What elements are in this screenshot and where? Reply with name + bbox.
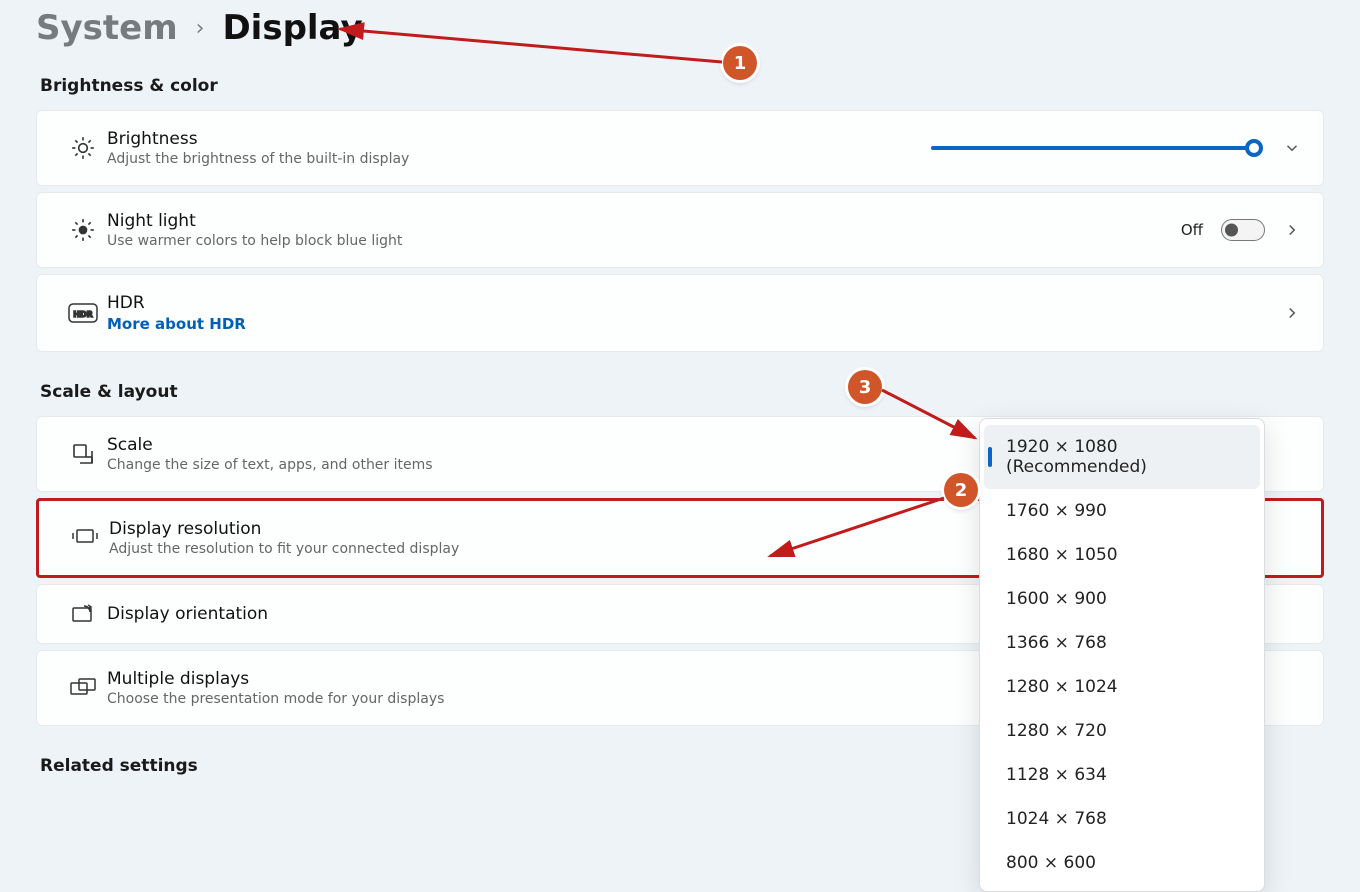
brightness-slider[interactable] — [931, 146, 1261, 150]
resolution-icon — [61, 527, 109, 549]
section-scale-layout: Scale & layout — [40, 382, 1324, 402]
brightness-title: Brightness — [107, 129, 931, 149]
resolution-option-recommended[interactable]: 1920 × 1080 (Recommended) — [984, 425, 1260, 489]
scale-icon — [59, 442, 107, 466]
resolution-option[interactable]: 1128 × 634 — [984, 753, 1260, 797]
night-light-state-label: Off — [1181, 221, 1203, 239]
night-light-row[interactable]: Night light Use warmer colors to help bl… — [36, 192, 1324, 268]
chevron-right-icon[interactable] — [1283, 304, 1301, 322]
multiple-displays-icon — [59, 677, 107, 699]
resolution-option[interactable]: 1680 × 1050 — [984, 533, 1260, 577]
orientation-icon — [59, 603, 107, 625]
brightness-slider-thumb[interactable] — [1245, 139, 1263, 157]
hdr-icon: HDR — [59, 303, 107, 323]
annotation-badge-3: 3 — [848, 370, 882, 404]
resolution-option[interactable]: 1280 × 1024 — [984, 665, 1260, 709]
brightness-sub: Adjust the brightness of the built-in di… — [107, 151, 931, 167]
resolution-option[interactable]: 1760 × 990 — [984, 489, 1260, 533]
chevron-right-icon: › — [196, 16, 205, 41]
annotation-badge-2: 2 — [944, 473, 978, 507]
resolution-option[interactable]: 1280 × 720 — [984, 709, 1260, 753]
chevron-down-icon[interactable] — [1283, 139, 1301, 157]
breadcrumb: System › Display — [36, 8, 1324, 48]
night-light-toggle[interactable] — [1221, 219, 1265, 241]
brightness-row[interactable]: Brightness Adjust the brightness of the … — [36, 110, 1324, 186]
hdr-row[interactable]: HDR HDR More about HDR — [36, 274, 1324, 352]
resolution-dropdown[interactable]: 1920 × 1080 (Recommended)1760 × 9901680 … — [979, 418, 1265, 892]
resolution-option[interactable]: 1366 × 768 — [984, 621, 1260, 665]
resolution-option[interactable]: 800 × 600 — [984, 841, 1260, 885]
breadcrumb-parent[interactable]: System — [36, 8, 178, 48]
annotation-badge-1: 1 — [723, 46, 757, 80]
night-light-sub: Use warmer colors to help block blue lig… — [107, 233, 1181, 249]
resolution-option[interactable]: 1024 × 768 — [984, 797, 1260, 841]
night-light-title: Night light — [107, 211, 1181, 231]
hdr-title: HDR — [107, 293, 1283, 313]
night-light-icon — [59, 217, 107, 243]
resolution-option[interactable]: 1600 × 900 — [984, 577, 1260, 621]
breadcrumb-current: Display — [222, 8, 362, 48]
sun-icon — [59, 135, 107, 161]
hdr-more-link[interactable]: More about HDR — [107, 315, 1283, 333]
svg-text:HDR: HDR — [73, 310, 93, 319]
section-brightness-color: Brightness & color — [40, 76, 1324, 96]
chevron-right-icon[interactable] — [1283, 221, 1301, 239]
